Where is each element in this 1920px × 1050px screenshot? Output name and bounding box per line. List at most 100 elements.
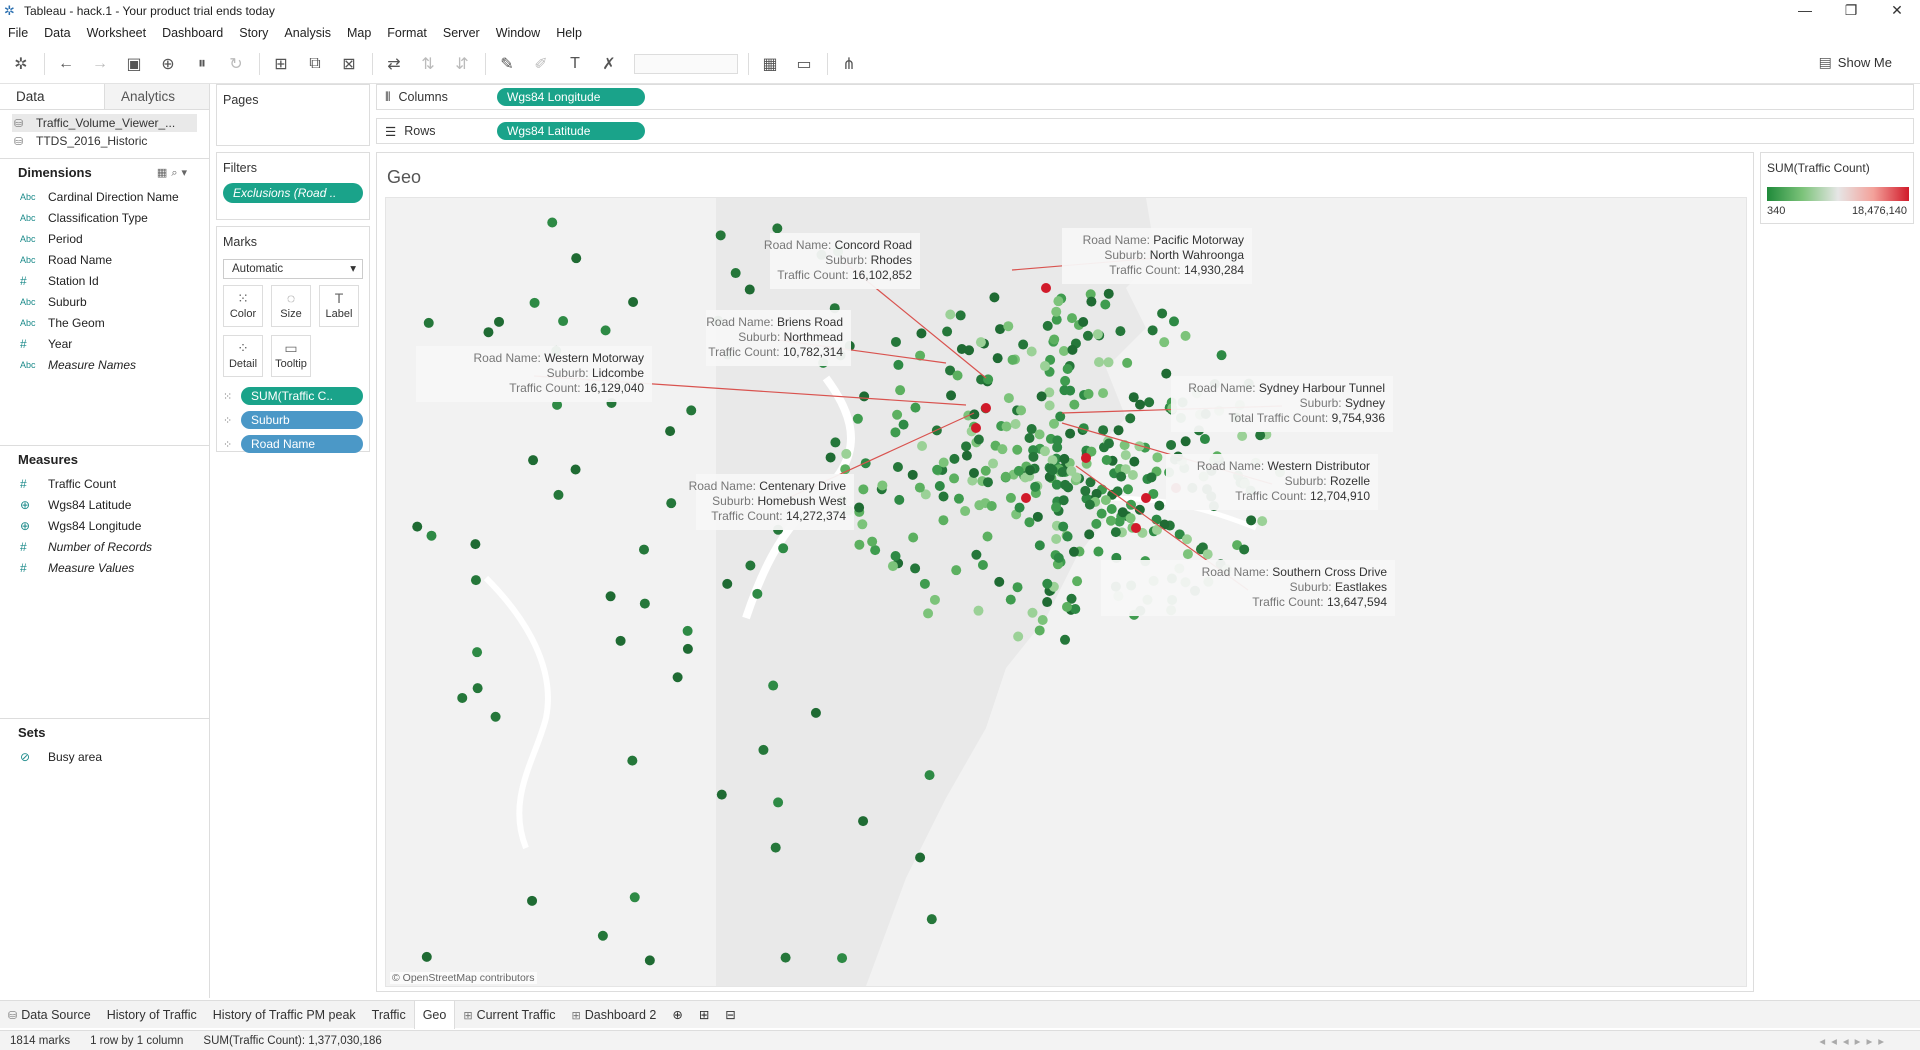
station-mark[interactable] [1016, 405, 1027, 416]
station-mark[interactable] [1112, 486, 1123, 497]
station-mark[interactable] [1100, 495, 1111, 506]
station-mark[interactable] [1068, 546, 1079, 557]
station-mark[interactable] [893, 359, 904, 370]
station-mark[interactable] [1086, 296, 1097, 307]
station-mark[interactable] [1051, 306, 1062, 317]
station-mark[interactable] [1125, 513, 1136, 524]
station-mark[interactable] [628, 296, 639, 307]
station-mark[interactable] [1026, 346, 1037, 357]
station-mark[interactable] [1169, 316, 1180, 327]
station-mark[interactable] [758, 744, 769, 755]
station-mark[interactable] [1013, 631, 1024, 642]
show-labels-icon[interactable]: T [562, 51, 588, 77]
station-mark[interactable] [1080, 485, 1091, 496]
station-mark[interactable] [1135, 399, 1146, 410]
station-mark[interactable] [1034, 625, 1045, 636]
station-mark[interactable] [1005, 492, 1016, 503]
station-mark[interactable] [980, 465, 991, 476]
station-mark[interactable] [1216, 350, 1227, 361]
minimize-icon[interactable]: — [1782, 0, 1828, 22]
station-mark[interactable] [1060, 479, 1071, 490]
station-mark[interactable] [772, 223, 783, 234]
station-mark[interactable] [1152, 452, 1163, 463]
highlight-icon[interactable]: ✎ [494, 51, 520, 77]
set-item[interactable]: ⊘ Busy area [0, 746, 209, 767]
station-mark[interactable] [837, 953, 848, 964]
station-mark[interactable] [745, 560, 756, 571]
station-mark[interactable] [1042, 320, 1053, 331]
station-mark[interactable] [1131, 523, 1141, 533]
station-mark[interactable] [529, 297, 540, 308]
station-mark[interactable] [1032, 511, 1043, 522]
station-mark[interactable] [945, 309, 956, 320]
station-mark[interactable] [494, 316, 505, 327]
station-mark[interactable] [423, 317, 434, 328]
station-mark[interactable] [1047, 455, 1058, 466]
field-item[interactable]: # Station Id [0, 270, 209, 291]
station-mark[interactable] [1057, 467, 1068, 478]
station-mark[interactable] [1093, 546, 1104, 557]
station-mark[interactable] [981, 403, 991, 413]
fit-select[interactable] [634, 53, 738, 74]
station-mark[interactable] [627, 755, 638, 766]
station-mark[interactable] [857, 519, 868, 530]
station-mark[interactable] [1010, 418, 1021, 429]
station-mark[interactable] [992, 353, 1003, 364]
station-mark[interactable] [924, 770, 935, 781]
data-source-item[interactable]: ⛁ Traffic_Volume_Viewer_... [12, 114, 197, 132]
sheet-navigation-icon[interactable]: ◂◂◂▸▸▸ [1809, 1034, 1900, 1048]
station-mark[interactable] [1058, 521, 1069, 532]
station-mark[interactable] [1053, 296, 1064, 307]
station-mark[interactable] [472, 647, 483, 658]
refresh-icon[interactable]: ↻ [223, 51, 249, 77]
station-mark[interactable] [1084, 529, 1095, 540]
station-mark[interactable] [1013, 465, 1024, 476]
station-mark[interactable] [919, 578, 930, 589]
sort-descending-icon[interactable]: ⇵ [449, 51, 475, 77]
station-mark[interactable] [686, 405, 697, 416]
station-mark[interactable] [672, 672, 683, 683]
station-mark[interactable] [1072, 576, 1083, 587]
station-mark[interactable] [907, 469, 918, 480]
station-mark[interactable] [982, 531, 993, 542]
menu-map[interactable]: Map [339, 26, 379, 40]
station-mark[interactable] [956, 343, 967, 354]
station-mark[interactable] [1103, 357, 1114, 368]
station-mark[interactable] [1246, 515, 1257, 526]
field-item[interactable]: Abc Classification Type [0, 207, 209, 228]
new-story-tab-icon[interactable]: ⊟ [717, 1001, 743, 1029]
station-mark[interactable] [1053, 552, 1064, 563]
station-mark[interactable] [665, 426, 676, 437]
station-mark[interactable] [1042, 578, 1053, 589]
station-mark[interactable] [1129, 456, 1140, 467]
station-mark[interactable] [1047, 465, 1058, 476]
station-mark[interactable] [490, 711, 501, 722]
new-data-source-icon[interactable]: ⊕ [155, 51, 181, 77]
station-mark[interactable] [570, 464, 581, 475]
menu-help[interactable]: Help [548, 26, 590, 40]
station-mark[interactable] [1044, 400, 1055, 411]
rows-shelf[interactable]: ☰ Rows Wgs84 Latitude [376, 118, 1914, 144]
station-mark[interactable] [682, 643, 693, 654]
station-mark[interactable] [929, 594, 940, 605]
station-mark[interactable] [895, 385, 906, 396]
station-mark[interactable] [600, 325, 611, 336]
station-mark[interactable] [426, 530, 437, 541]
station-mark[interactable] [1062, 601, 1073, 612]
field-item[interactable]: Abc Measure Names [0, 354, 209, 375]
station-mark[interactable] [1147, 325, 1158, 336]
station-mark[interactable] [768, 680, 779, 691]
station-mark[interactable] [910, 563, 921, 574]
station-mark[interactable] [715, 230, 726, 241]
station-mark[interactable] [1159, 337, 1170, 348]
station-mark[interactable] [1001, 421, 1012, 432]
undo-icon[interactable]: ← [53, 51, 79, 77]
station-mark[interactable] [1027, 607, 1038, 618]
station-mark[interactable] [1034, 429, 1045, 440]
pages-card[interactable]: Pages [216, 84, 370, 146]
station-mark[interactable] [955, 310, 966, 321]
station-mark[interactable] [1125, 413, 1136, 424]
station-mark[interactable] [553, 489, 564, 500]
station-mark[interactable] [1081, 453, 1091, 463]
station-mark[interactable] [1003, 393, 1014, 404]
